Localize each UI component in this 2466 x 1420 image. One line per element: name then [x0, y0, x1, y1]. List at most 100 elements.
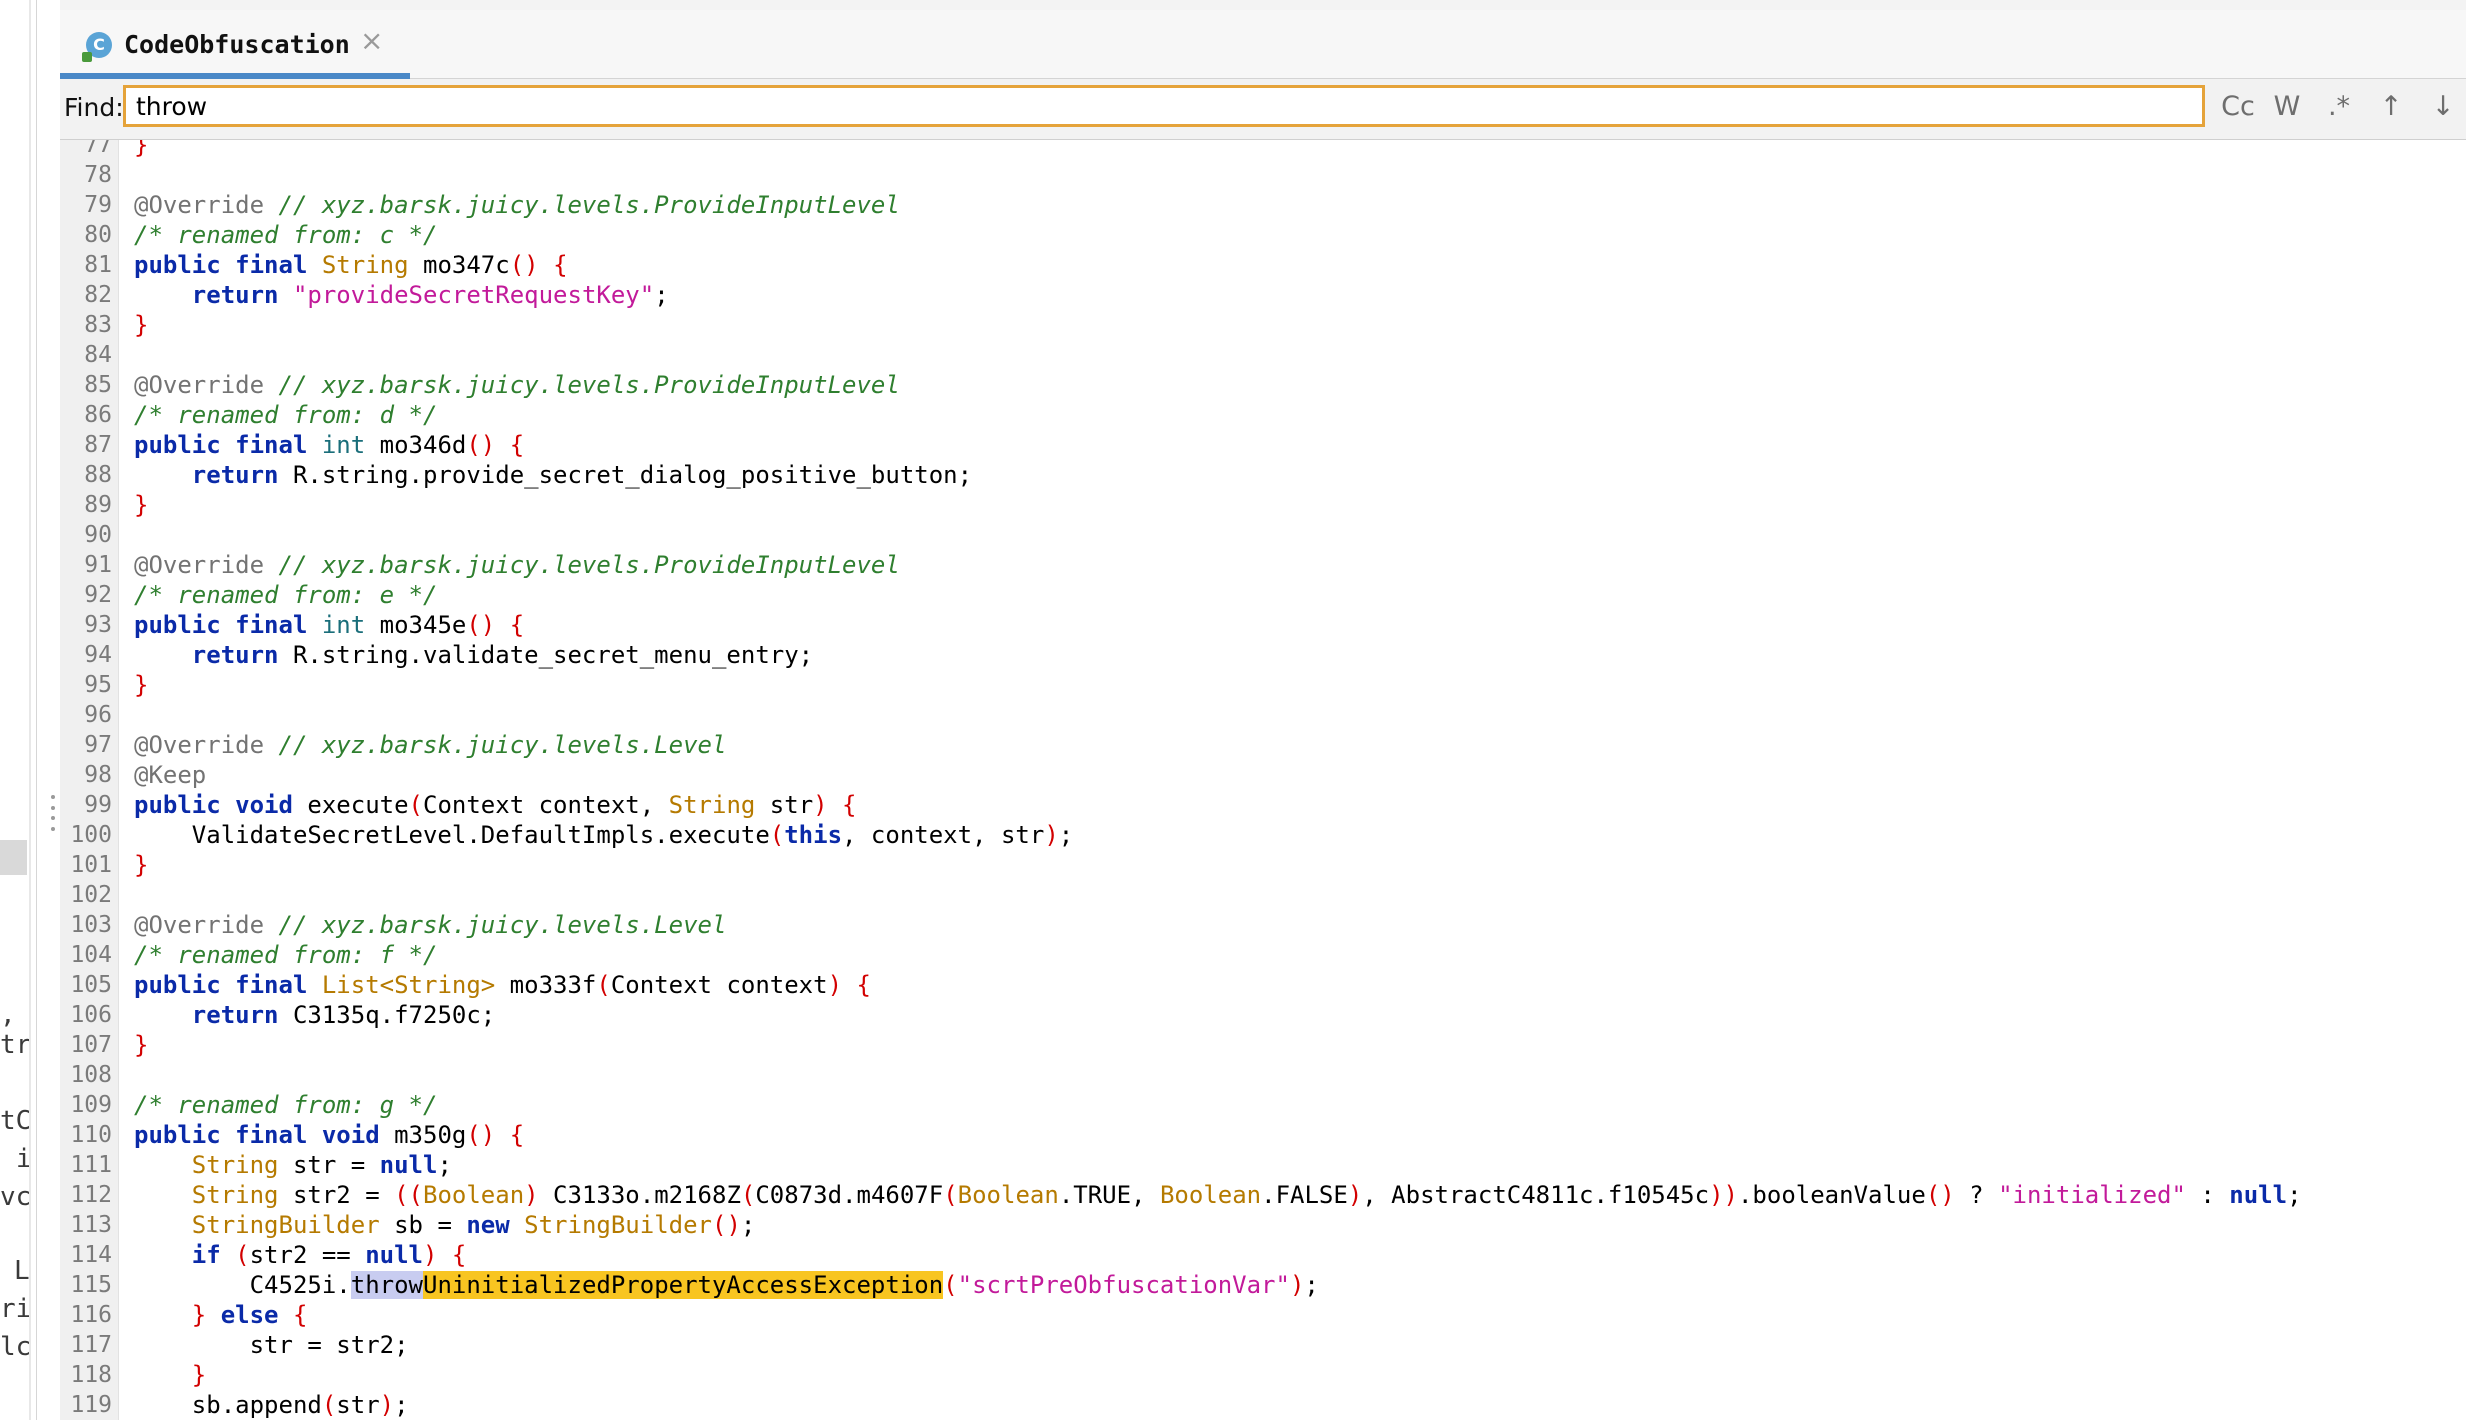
- previous-match-icon[interactable]: ↑: [2374, 87, 2408, 127]
- code-line[interactable]: 113 StringBuilder sb = new StringBuilder…: [60, 1210, 2466, 1240]
- code-text: public void execute(Context context, Str…: [134, 791, 857, 819]
- code-line[interactable]: 79 @Override // xyz.barsk.juicy.levels.Pr…: [60, 190, 2466, 220]
- code-text: /* renamed from: e */: [134, 581, 438, 609]
- code-editor[interactable]: 77} 78 79 @Override // xyz.barsk.juicy.leve…: [60, 140, 2466, 1420]
- editor-tab-bar: C CodeObfuscation ×: [60, 10, 2466, 79]
- code-line[interactable]: 105 public final List<String> mo333f(Cont…: [60, 970, 2466, 1000]
- find-input[interactable]: [123, 85, 2205, 127]
- code-line[interactable]: 98 @Keep: [60, 760, 2466, 790]
- code-line[interactable]: 110 public final void m350g() {: [60, 1120, 2466, 1150]
- code-text: public final int mo345e() {: [134, 611, 525, 639]
- code-text: public final int mo346d() {: [134, 431, 525, 459]
- code-line[interactable]: 107}: [60, 1030, 2466, 1060]
- code-line[interactable]: 89}: [60, 490, 2466, 520]
- code-text: /* renamed from: g */: [134, 1091, 438, 1119]
- line-number: 77: [84, 140, 112, 158]
- line-number: 108: [70, 1062, 112, 1088]
- code-text: }: [134, 491, 149, 519]
- match-case-button[interactable]: Cc: [2218, 87, 2258, 127]
- code-text: if (str2 == null) {: [191, 1241, 467, 1269]
- tab-code-obfuscation[interactable]: C CodeObfuscation ×: [60, 10, 410, 79]
- code-line[interactable]: 119 sb.append(str);: [60, 1390, 2466, 1420]
- line-number: 90: [84, 522, 112, 548]
- next-match-icon[interactable]: ↓: [2426, 87, 2460, 127]
- whole-words-button[interactable]: W: [2270, 87, 2304, 127]
- code-text: @Override // xyz.barsk.juicy.levels.Prov…: [134, 371, 900, 399]
- line-number: 99: [84, 792, 112, 818]
- code-line[interactable]: 80 /* renamed from: c */: [60, 220, 2466, 250]
- code-line[interactable]: 86 /* renamed from: d */: [60, 400, 2466, 430]
- line-number: 114: [70, 1242, 112, 1268]
- panel-fragment: L: [14, 1256, 30, 1286]
- code-line[interactable]: 94 return R.string.validate_secret_menu_…: [60, 640, 2466, 670]
- code-line[interactable]: 109 /* renamed from: g */: [60, 1090, 2466, 1120]
- panel-fragment: vc: [0, 1182, 32, 1212]
- panel-fragment: ri: [0, 1294, 32, 1324]
- line-number: 84: [84, 342, 112, 368]
- code-line[interactable]: 103 @Override // xyz.barsk.juicy.levels.L…: [60, 910, 2466, 940]
- panel-fragment: tr: [0, 1030, 32, 1060]
- code-line[interactable]: 84: [60, 340, 2466, 370]
- code-line[interactable]: 99 public void execute(Context context, S…: [60, 790, 2466, 820]
- code-line[interactable]: 85 @Override // xyz.barsk.juicy.levels.Pr…: [60, 370, 2466, 400]
- line-number: 95: [84, 672, 112, 698]
- code-line[interactable]: 95}: [60, 670, 2466, 700]
- code-text: /* renamed from: c */: [134, 221, 438, 249]
- line-number: 117: [70, 1332, 112, 1358]
- line-number: 119: [70, 1392, 112, 1418]
- code-line[interactable]: 112 String str2 = ((Boolean) C3133o.m216…: [60, 1180, 2466, 1210]
- code-line[interactable]: 116 } else {: [60, 1300, 2466, 1330]
- code-line[interactable]: 97 @Override // xyz.barsk.juicy.levels.Le…: [60, 730, 2466, 760]
- code-line[interactable]: 101}: [60, 850, 2466, 880]
- code-text: ValidateSecretLevel.DefaultImpls.execute…: [134, 821, 1074, 849]
- line-number: 111: [70, 1152, 112, 1178]
- line-number: 86: [84, 402, 112, 428]
- code-line[interactable]: 104 /* renamed from: f */: [60, 940, 2466, 970]
- code-line[interactable]: 100 ValidateSecretLevel.DefaultImpls.exe…: [60, 820, 2466, 850]
- line-number: 82: [84, 282, 112, 308]
- code-line[interactable]: 115 C4525i.throwUninitializedPropertyAcc…: [60, 1270, 2466, 1300]
- code-text: @Override // xyz.barsk.juicy.levels.Prov…: [134, 551, 900, 579]
- line-number: 118: [70, 1362, 112, 1388]
- line-number: 79: [84, 192, 112, 218]
- code-line[interactable]: 114 if (str2 == null) {: [60, 1240, 2466, 1270]
- code-line[interactable]: 78: [60, 160, 2466, 190]
- code-line[interactable]: 90: [60, 520, 2466, 550]
- code-text: StringBuilder sb = new StringBuilder();: [191, 1211, 756, 1239]
- line-number: 101: [70, 852, 112, 878]
- code-line[interactable]: 87 public final int mo346d() {: [60, 430, 2466, 460]
- tab-label: CodeObfuscation: [124, 30, 350, 59]
- code-line[interactable]: 111 String str = null;: [60, 1150, 2466, 1180]
- line-number: 97: [84, 732, 112, 758]
- line-number: 104: [70, 942, 112, 968]
- code-text: /* renamed from: d */: [134, 401, 438, 429]
- code-line[interactable]: 117 str = str2;: [60, 1330, 2466, 1360]
- line-number: 100: [70, 822, 112, 848]
- code-text: @Keep: [134, 761, 207, 789]
- find-label: Find:: [64, 93, 124, 122]
- code-line[interactable]: 77}: [60, 140, 2466, 160]
- line-number: 98: [84, 762, 112, 788]
- code-line[interactable]: 82 return "provideSecretRequestKey";: [60, 280, 2466, 310]
- panel-fragment: tC: [0, 1106, 32, 1136]
- code-line[interactable]: 91 @Override // xyz.barsk.juicy.levels.Pr…: [60, 550, 2466, 580]
- code-line[interactable]: 83}: [60, 310, 2466, 340]
- code-line[interactable]: 106 return C3135q.f7250c;: [60, 1000, 2466, 1030]
- code-line[interactable]: 92 /* renamed from: e */: [60, 580, 2466, 610]
- close-icon[interactable]: ×: [360, 24, 383, 57]
- code-line[interactable]: 81 public final String mo347c() {: [60, 250, 2466, 280]
- panel-fragment: lc: [0, 1332, 32, 1362]
- regex-button[interactable]: .*: [2322, 87, 2356, 127]
- code-line[interactable]: 118 }: [60, 1360, 2466, 1390]
- code-line[interactable]: 93 public final int mo345e() {: [60, 610, 2466, 640]
- code-line[interactable]: 108: [60, 1060, 2466, 1090]
- line-number: 107: [70, 1032, 112, 1058]
- code-line[interactable]: 96: [60, 700, 2466, 730]
- panel-selection-block: [0, 840, 27, 875]
- line-number: 88: [84, 462, 112, 488]
- code-text: }: [134, 851, 149, 879]
- line-number: 115: [70, 1272, 112, 1298]
- code-line[interactable]: 102: [60, 880, 2466, 910]
- code-line[interactable]: 88 return R.string.provide_secret_dialog…: [60, 460, 2466, 490]
- resize-grip-icon[interactable]: [50, 795, 56, 831]
